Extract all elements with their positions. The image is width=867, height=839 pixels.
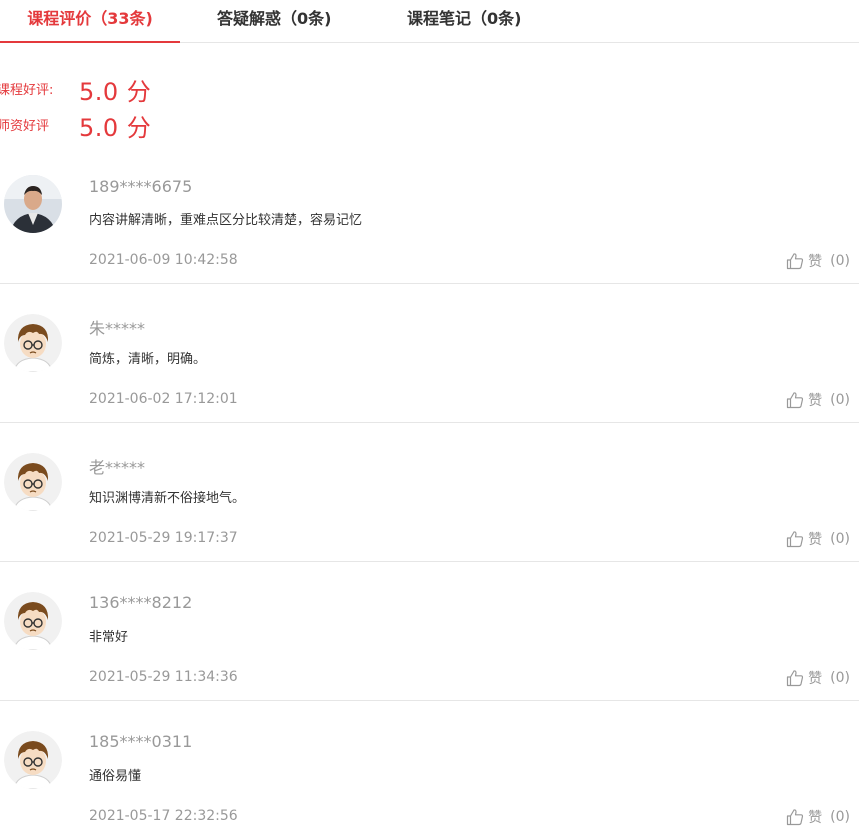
course-score-value: 5.0 分 <box>79 78 152 106</box>
course-score-label: 课程好评: <box>0 83 54 98</box>
teacher-score-label: 师资好评 <box>0 119 50 134</box>
like-button[interactable]: 赞 (0) <box>786 390 850 410</box>
like-count: (0) <box>830 392 850 408</box>
like-count: (0) <box>830 809 850 825</box>
photo-avatar <box>4 175 62 233</box>
review-time: 2021-05-29 11:34:36 <box>89 669 238 685</box>
like-label: 赞 <box>808 393 823 409</box>
review-username: 老***** <box>89 458 146 477</box>
cartoon-boy-avatar <box>4 453 62 511</box>
review-content: 非常好 <box>89 630 129 645</box>
review-item: 189****6675 内容讲解清晰，重难点区分比较清楚，容易记忆 2021-0… <box>0 145 859 284</box>
like-count: (0) <box>830 253 850 269</box>
review-time: 2021-06-02 17:12:01 <box>89 391 238 407</box>
cartoon-boy-avatar <box>4 592 62 650</box>
tab-course-reviews[interactable]: 课程评价（33条) <box>0 0 180 43</box>
tab-course-reviews-label: 课程评价（33条) <box>27 9 153 28</box>
like-button[interactable]: 赞 (0) <box>786 807 850 827</box>
review-item: 185****0311 通俗易懂 2021-05-17 22:32:56 赞 (… <box>0 701 859 839</box>
like-label: 赞 <box>808 254 823 270</box>
thumbs-up-icon <box>787 392 804 409</box>
thumbs-up-icon <box>787 253 804 270</box>
active-tab-underline <box>0 41 180 43</box>
like-button[interactable]: 赞 (0) <box>786 668 850 688</box>
course-tabs: 课程评价（33条) 答疑解惑（0条) 课程笔记（0条) <box>0 0 859 43</box>
review-item: 136****8212 非常好 2021-05-29 11:34:36 赞 (0… <box>0 562 859 701</box>
review-content: 简炼，清晰，明确。 <box>89 352 207 367</box>
thumbs-up-icon <box>787 670 804 687</box>
like-label: 赞 <box>808 532 823 548</box>
review-list: 189****6675 内容讲解清晰，重难点区分比较清楚，容易记忆 2021-0… <box>0 145 859 839</box>
tab-qa-label: 答疑解惑（0条) <box>217 9 332 28</box>
thumbs-up-icon <box>787 531 804 548</box>
review-time: 2021-05-17 22:32:56 <box>89 808 238 824</box>
tab-course-notes-label: 课程笔记（0条) <box>407 9 522 28</box>
review-username: 189****6675 <box>89 177 193 196</box>
like-label: 赞 <box>808 810 823 826</box>
like-count: (0) <box>830 670 850 686</box>
review-content: 内容讲解清晰，重难点区分比较清楚，容易记忆 <box>89 213 363 228</box>
review-username: 136****8212 <box>89 593 193 612</box>
like-label: 赞 <box>808 671 823 687</box>
thumbs-up-icon <box>787 809 804 826</box>
review-content: 知识渊博清新不俗接地气。 <box>89 491 246 506</box>
review-username: 朱***** <box>89 319 146 338</box>
tab-course-notes[interactable]: 课程笔记（0条) <box>407 0 521 42</box>
like-button[interactable]: 赞 (0) <box>786 529 850 549</box>
review-time: 2021-06-09 10:42:58 <box>89 252 238 268</box>
like-button[interactable]: 赞 (0) <box>786 251 850 271</box>
review-content: 通俗易懂 <box>89 769 142 784</box>
review-username: 185****0311 <box>89 732 193 751</box>
review-item: 朱***** 简炼，清晰，明确。 2021-06-02 17:12:01 赞 (… <box>0 284 859 423</box>
cartoon-boy-avatar <box>4 314 62 372</box>
tab-qa[interactable]: 答疑解惑（0条) <box>217 0 331 42</box>
teacher-score-value: 5.0 分 <box>79 114 152 142</box>
review-time: 2021-05-29 19:17:37 <box>89 530 238 546</box>
like-count: (0) <box>830 531 850 547</box>
cartoon-boy-avatar <box>4 731 62 789</box>
review-item: 老***** 知识渊博清新不俗接地气。 2021-05-29 19:17:37 … <box>0 423 859 562</box>
